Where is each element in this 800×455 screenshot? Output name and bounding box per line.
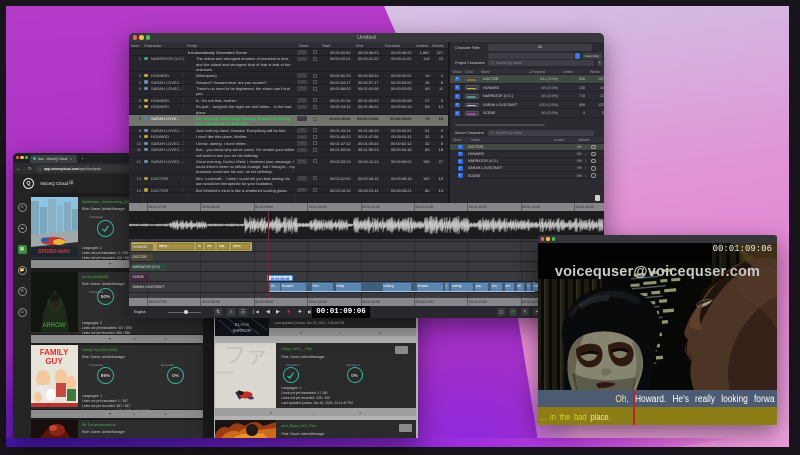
svg-text:GUY: GUY bbox=[45, 357, 63, 366]
svg-text:BLACK: BLACK bbox=[234, 322, 249, 327]
svg-text:FAMILY: FAMILY bbox=[40, 348, 69, 357]
svg-text:ー: ー bbox=[215, 361, 236, 386]
svg-text:MIRROR: MIRROR bbox=[232, 328, 251, 333]
svg-text:SPIDER-MAN: SPIDER-MAN bbox=[38, 249, 70, 255]
svg-text:ARROW: ARROW bbox=[43, 323, 66, 329]
